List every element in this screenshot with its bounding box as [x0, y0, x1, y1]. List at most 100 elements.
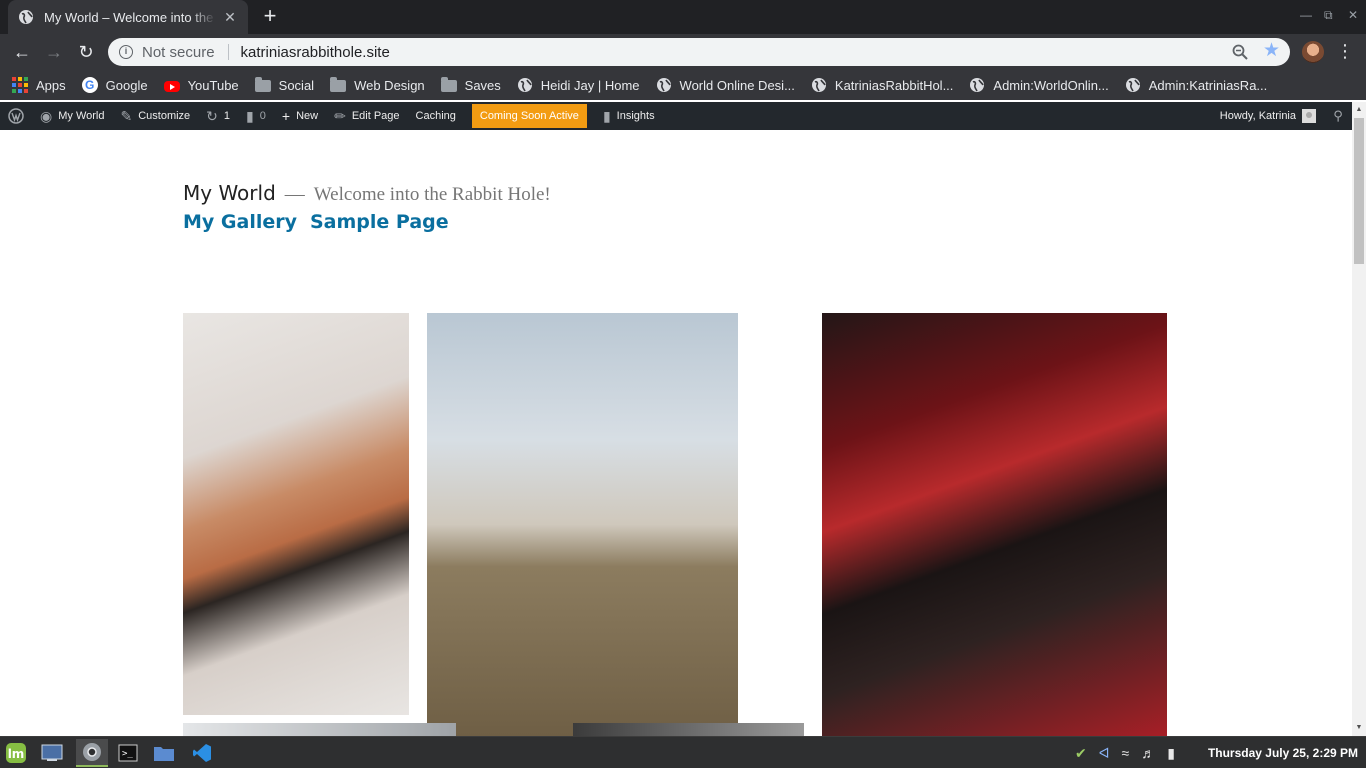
google-icon: G	[81, 77, 98, 93]
url-text[interactable]: katriniasrabbithole.site	[241, 44, 390, 61]
profile-avatar[interactable]	[1302, 41, 1324, 63]
svg-text:>_: >_	[122, 749, 133, 759]
globe-icon	[1125, 77, 1141, 93]
admin-customize-label: Customize	[138, 110, 191, 122]
back-arrow-icon[interactable]: ←	[10, 40, 34, 64]
forward-arrow-icon[interactable]: →	[42, 40, 66, 64]
bookmark-item[interactable]: YouTube	[163, 78, 239, 93]
files-icon[interactable]	[148, 739, 180, 767]
tab-close-icon[interactable]: ✕	[222, 9, 238, 26]
close-window-icon[interactable]: ✕	[1348, 8, 1358, 22]
volume-icon[interactable]: ♬	[1141, 745, 1155, 761]
bookmark-item[interactable]: Admin:KatriniasRa...	[1125, 77, 1268, 93]
taskbar: lm >_ ✔ ᐊ ≈ ♬ ▮ Thursday July 25, 2:29 P…	[0, 736, 1366, 768]
bookmark-label: Admin:WorldOnlin...	[993, 77, 1109, 93]
admin-new-label: New	[296, 110, 319, 122]
menu-item-my-gallery[interactable]: My Gallery	[183, 211, 297, 233]
bookmark-label: Apps	[36, 77, 66, 93]
bluetooth-icon[interactable]: ᐊ	[1099, 745, 1110, 762]
title-separator: —	[284, 183, 305, 205]
address-bar[interactable]: i Not secure katriniasrabbithole.site ★	[108, 38, 1290, 66]
updates-count: 1	[223, 110, 231, 122]
admin-comments[interactable]: ▮ 0	[238, 102, 274, 130]
admin-bar-right: Howdy, Katrinia ⚲	[1212, 102, 1352, 130]
menu-item-sample-page[interactable]: Sample Page	[310, 211, 449, 233]
browser-tab-active[interactable]: My World – Welcome into the Rabbit Hole!…	[8, 0, 248, 34]
bookmark-label: Social	[278, 77, 315, 93]
bookmark-item[interactable]: Heidi Jay | Home	[517, 77, 640, 93]
admin-edit-page-label: Edit Page	[351, 110, 400, 122]
bookmark-item[interactable]: Apps	[12, 77, 66, 93]
admin-site-name[interactable]: ◉ My World	[32, 102, 112, 130]
site-description: Welcome into the Rabbit Hole!	[313, 184, 551, 205]
mint-menu-icon[interactable]: lm	[0, 739, 32, 767]
bookmark-label: Admin:KatriniasRa...	[1148, 77, 1268, 93]
bookmark-item[interactable]: G Google	[81, 77, 148, 93]
system-tray: ✔ ᐊ ≈ ♬ ▮	[1075, 737, 1175, 769]
gallery-image[interactable]	[822, 313, 1167, 736]
gallery-image[interactable]	[573, 723, 804, 736]
security-label[interactable]: Not secure	[142, 44, 215, 61]
site-title[interactable]: My World	[183, 181, 276, 205]
zoom-icon[interactable]	[1232, 44, 1248, 60]
bookmark-item[interactable]: KatriniasRabbitHol...	[811, 77, 953, 93]
tab-title: My World – Welcome into the Rabbit Hole!	[44, 9, 216, 25]
gallery-image[interactable]	[183, 723, 456, 736]
page-content: My World — Welcome into the Rabbit Hole!…	[0, 130, 1352, 736]
bookmark-label: Heidi Jay | Home	[540, 77, 640, 93]
omnibox-divider	[227, 44, 229, 60]
vscode-icon[interactable]	[186, 739, 218, 767]
reload-icon[interactable]: ↻	[74, 40, 98, 64]
coming-soon-badge[interactable]: Coming Soon Active	[471, 104, 587, 128]
info-icon[interactable]: i	[119, 45, 133, 59]
admin-customize[interactable]: ✎ Customize	[112, 102, 198, 130]
admin-account[interactable]: Howdy, Katrinia	[1212, 102, 1324, 130]
admin-updates[interactable]: ↻ 1	[198, 102, 238, 130]
plus-icon: +	[281, 108, 291, 124]
admin-edit-page[interactable]: ✏ Edit Page	[326, 102, 407, 130]
brush-icon: ✎	[120, 107, 133, 124]
minimize-icon[interactable]: —	[1300, 8, 1312, 22]
user-avatar-icon	[1302, 109, 1316, 123]
bookmark-item[interactable]: Web Design	[330, 77, 425, 93]
admin-insights[interactable]: ▮ Insights	[595, 102, 663, 130]
scrollbar-thumb[interactable]	[1354, 118, 1364, 264]
wifi-icon[interactable]: ≈	[1122, 745, 1130, 761]
admin-new[interactable]: + New	[274, 102, 326, 130]
wp-logo-item[interactable]	[0, 102, 32, 130]
youtube-icon	[163, 80, 180, 92]
tab-strip: My World – Welcome into the Rabbit Hole!…	[0, 0, 1366, 34]
new-tab-button[interactable]: +	[258, 5, 282, 29]
chrome-icon[interactable]	[76, 739, 108, 767]
globe-icon	[517, 77, 533, 93]
shield-check-icon[interactable]: ✔	[1075, 745, 1087, 762]
menu-kebab-icon[interactable]: ⋮	[1336, 40, 1354, 62]
show-desktop-icon[interactable]	[36, 739, 68, 767]
folder-icon	[254, 77, 271, 92]
admin-caching[interactable]: Caching	[408, 102, 464, 130]
bookmark-item[interactable]: Social	[254, 77, 315, 93]
bookmark-item[interactable]: Admin:WorldOnlin...	[969, 77, 1109, 93]
bookmark-item[interactable]: Saves	[440, 77, 501, 93]
howdy-label: Howdy, Katrinia	[1219, 110, 1296, 122]
gallery-image[interactable]	[427, 313, 738, 736]
admin-site-name-label: My World	[58, 110, 105, 122]
terminal-icon[interactable]: >_	[112, 739, 144, 767]
gallery-image[interactable]	[183, 313, 409, 715]
bookmark-item[interactable]: World Online Desi...	[656, 77, 795, 93]
battery-icon[interactable]: ▮	[1167, 745, 1175, 762]
site-branding: My World — Welcome into the Rabbit Hole!	[183, 181, 551, 206]
scroll-up-arrow-icon[interactable]: ▲	[1355, 106, 1363, 113]
bookmarks-bar: Apps G Google YouTube Social Web Design Saves H…	[0, 70, 1366, 100]
admin-insights-label: Insights	[616, 110, 655, 122]
apps-grid-icon	[12, 77, 28, 93]
restore-icon[interactable]: ⧉	[1324, 8, 1333, 23]
search-icon[interactable]: ⚲	[1324, 108, 1352, 124]
svg-text:lm: lm	[8, 747, 25, 761]
folder-icon	[440, 77, 457, 92]
wp-admin-bar: ◉ My World ✎ Customize ↻ 1 ▮ 0 + New ✏ E…	[0, 102, 1352, 130]
updates-icon: ↻	[206, 107, 218, 124]
clock[interactable]: Thursday July 25, 2:29 PM	[1208, 737, 1358, 769]
bookmark-star-icon[interactable]: ★	[1263, 40, 1280, 62]
scroll-down-arrow-icon[interactable]: ▼	[1355, 724, 1363, 731]
